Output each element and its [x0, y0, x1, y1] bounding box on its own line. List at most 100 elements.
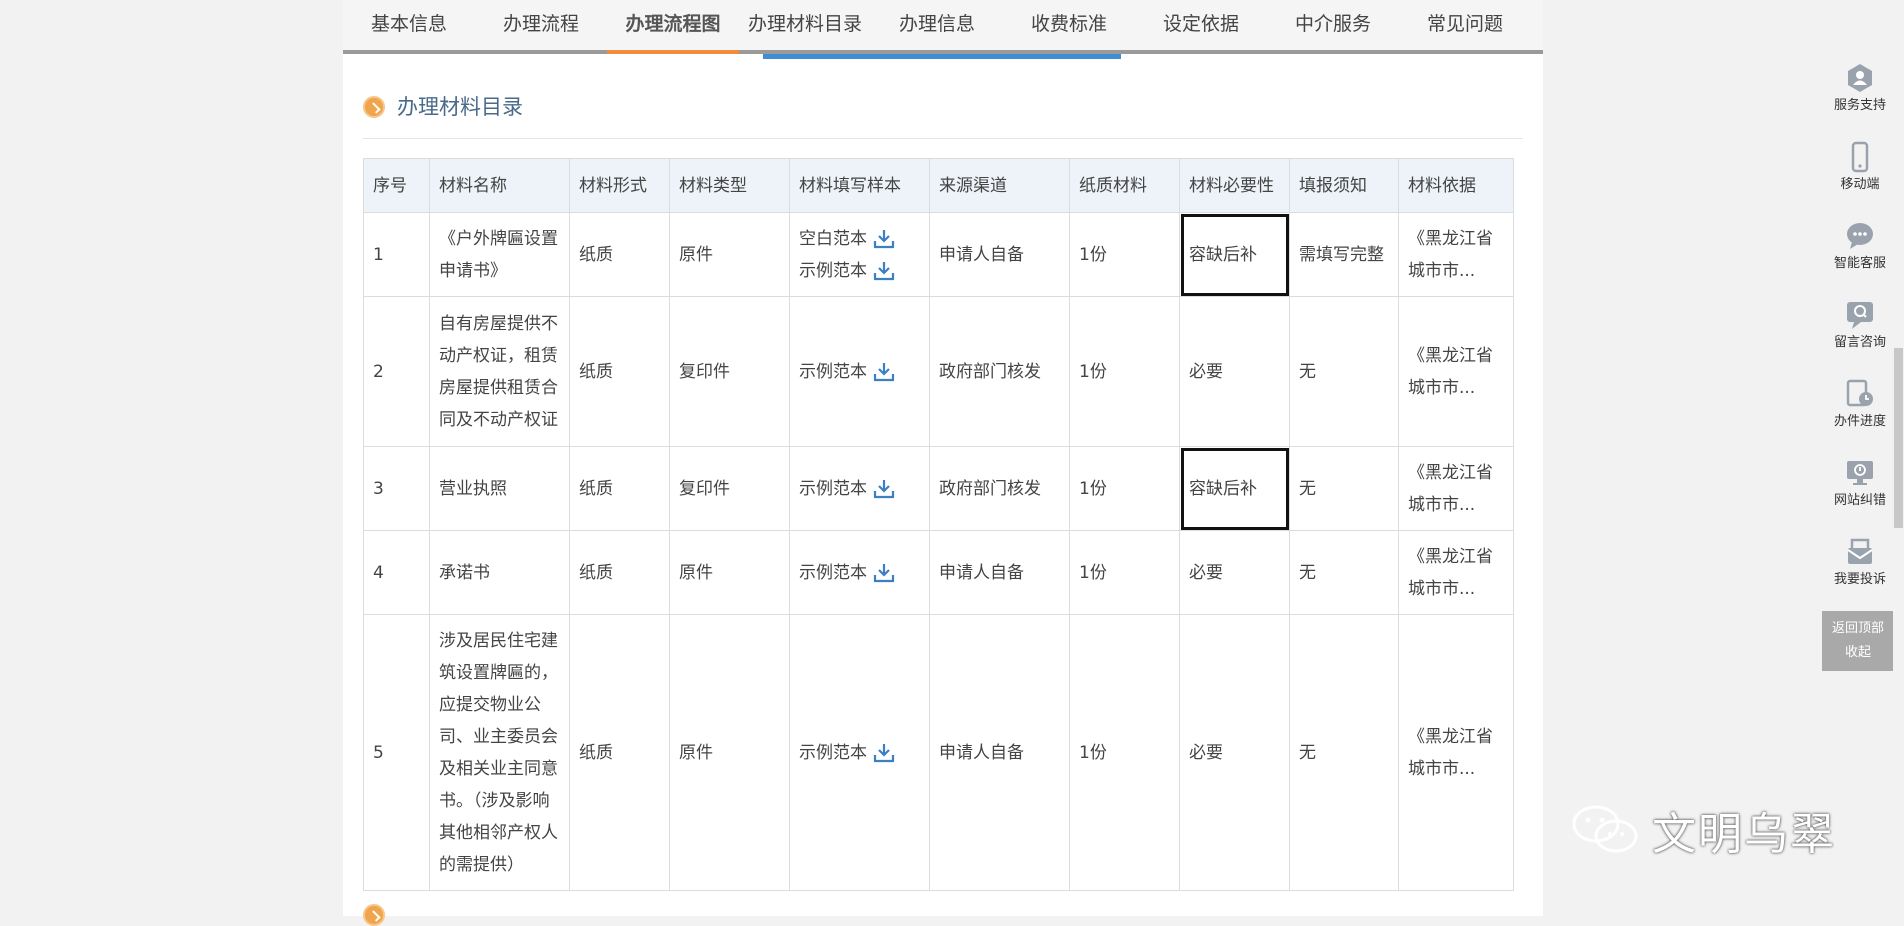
- material-type: 原件: [669, 212, 790, 297]
- paper-count: 1份: [1069, 614, 1180, 891]
- row-number: 5: [363, 614, 430, 891]
- necessity: 容缺后补: [1179, 212, 1290, 297]
- download-icon[interactable]: [873, 743, 895, 763]
- side-label: 移动端: [1840, 177, 1880, 192]
- sample-label: 示例范本: [799, 742, 867, 763]
- back-to-top-button[interactable]: 返回顶部: [1822, 617, 1894, 641]
- side-label: 办件进度: [1833, 414, 1886, 429]
- material-basis[interactable]: 《黑龙江省城市市...: [1398, 296, 1514, 447]
- next-section-header: [363, 900, 563, 926]
- table-row: 2 自有房屋提供不动产权证，租赁房屋提供租赁合同及不动产权证 纸质 复印件 示例…: [363, 296, 1514, 447]
- arrow-circle-icon: [363, 904, 385, 926]
- side-progress[interactable]: 办件进度: [1820, 378, 1900, 453]
- tab-faq[interactable]: 常见问题: [1399, 0, 1531, 50]
- table-row: 3 营业执照 纸质 复印件 示例范本 政府部门核发 1份 容缺后补 无 《黑龙江…: [363, 446, 1514, 531]
- necessity: 容缺后补: [1179, 446, 1290, 531]
- example-sample-link[interactable]: 示例范本: [799, 356, 920, 388]
- download-icon[interactable]: [873, 479, 895, 499]
- tab-legal-basis[interactable]: 设定依据: [1135, 0, 1267, 50]
- filing-notice: 无: [1289, 530, 1399, 615]
- scrollbar-thumb[interactable]: [1894, 348, 1903, 528]
- table-row: 1 《户外牌匾设置申请书》 纸质 原件 空白范本 示例范本 申请人自备 1份 容: [363, 212, 1514, 297]
- row-number: 2: [363, 296, 430, 447]
- tab-agency[interactable]: 中介服务: [1267, 0, 1399, 50]
- necessity: 必要: [1179, 296, 1290, 447]
- message-icon: [1844, 299, 1876, 331]
- side-label: 智能客服: [1833, 256, 1886, 271]
- tab-basic-info[interactable]: 基本信息: [343, 0, 475, 50]
- column-header: 材料必要性: [1179, 158, 1290, 213]
- material-form: 纸质: [569, 614, 670, 891]
- column-header: 材料形式: [569, 158, 670, 213]
- column-header: 材料类型: [669, 158, 790, 213]
- side-complaint[interactable]: 我要投诉: [1820, 536, 1900, 611]
- material-name: 承诺书: [429, 530, 570, 615]
- download-icon[interactable]: [873, 229, 895, 249]
- necessity: 必要: [1179, 614, 1290, 891]
- example-sample-link[interactable]: 示例范本: [799, 255, 920, 287]
- side-site-correction[interactable]: 网站纠错: [1820, 457, 1900, 532]
- material-basis[interactable]: 《黑龙江省城市市...: [1398, 614, 1514, 891]
- collapse-button[interactable]: 收起: [1822, 641, 1894, 665]
- table-row: 5 涉及居民住宅建筑设置牌匾的，应提交物业公司、业主委员会及相关业主同意书。（涉…: [363, 614, 1514, 891]
- tab-handling-info[interactable]: 办理信息: [871, 0, 1003, 50]
- sample-cell: 示例范本: [789, 614, 930, 891]
- tab-process[interactable]: 办理流程: [475, 0, 607, 50]
- material-source: 政府部门核发: [929, 446, 1070, 531]
- wechat-icon: [1570, 804, 1640, 856]
- material-name: 《户外牌匾设置申请书》: [429, 212, 570, 297]
- filing-notice: 无: [1289, 446, 1399, 531]
- column-header: 序号: [363, 158, 430, 213]
- paper-count: 1份: [1069, 446, 1180, 531]
- paper-count: 1份: [1069, 530, 1180, 615]
- column-header: 纸质材料: [1069, 158, 1180, 213]
- material-source: 申请人自备: [929, 530, 1070, 615]
- material-source: 申请人自备: [929, 614, 1070, 891]
- material-name: 自有房屋提供不动产权证，租赁房屋提供租赁合同及不动产权证: [429, 296, 570, 447]
- material-basis[interactable]: 《黑龙江省城市市...: [1398, 446, 1514, 531]
- download-icon[interactable]: [873, 261, 895, 281]
- side-label: 留言咨询: [1833, 335, 1886, 350]
- tab-flowchart[interactable]: 办理流程图: [607, 0, 739, 54]
- example-sample-link[interactable]: 示例范本: [799, 737, 920, 769]
- material-source: 政府部门核发: [929, 296, 1070, 447]
- tab-fees[interactable]: 收费标准: [1003, 0, 1135, 50]
- row-number: 3: [363, 446, 430, 531]
- chat-icon: [1844, 220, 1876, 252]
- paper-count: 1份: [1069, 212, 1180, 297]
- download-icon[interactable]: [873, 362, 895, 382]
- column-header: 材料名称: [429, 158, 570, 213]
- main-panel: 基本信息 办理流程 办理流程图 办理材料目录 办理信息 收费标准 设定依据 中介…: [343, 0, 1543, 926]
- service-support-icon: [1844, 62, 1876, 94]
- mobile-icon: [1844, 141, 1876, 173]
- tab-materials[interactable]: 办理材料目录: [739, 0, 871, 50]
- row-number: 1: [363, 212, 430, 297]
- side-label: 我要投诉: [1833, 572, 1886, 587]
- sample-cell: 示例范本: [789, 530, 930, 615]
- sample-cell: 示例范本: [789, 446, 930, 531]
- material-form: 纸质: [569, 446, 670, 531]
- material-form: 纸质: [569, 530, 670, 615]
- side-mobile[interactable]: 移动端: [1820, 141, 1900, 216]
- side-toolbar: 服务支持 移动端 智能客服 留言咨询 办件进度 网站纠错 我要投诉 返回顶部 收…: [1820, 58, 1900, 671]
- material-basis[interactable]: 《黑龙江省城市市...: [1398, 212, 1514, 297]
- column-header: 材料填写样本: [789, 158, 930, 213]
- filing-notice: 需填写完整: [1289, 212, 1399, 297]
- material-source: 申请人自备: [929, 212, 1070, 297]
- side-service-support[interactable]: 服务支持: [1820, 62, 1900, 137]
- complaint-icon: [1844, 536, 1876, 568]
- materials-table: 序号 材料名称 材料形式 材料类型 材料填写样本 来源渠道 纸质材料 材料必要性…: [363, 158, 1514, 891]
- table-row: 4 承诺书 纸质 原件 示例范本 申请人自备 1份 必要 无 《黑龙江省城市市.…: [363, 530, 1514, 615]
- side-smart-service[interactable]: 智能客服: [1820, 220, 1900, 295]
- example-sample-link[interactable]: 示例范本: [799, 557, 920, 589]
- side-message[interactable]: 留言咨询: [1820, 299, 1900, 374]
- example-sample-link[interactable]: 示例范本: [799, 473, 920, 505]
- sample-label: 空白范本: [799, 228, 867, 249]
- sample-label: 示例范本: [799, 361, 867, 382]
- row-number: 4: [363, 530, 430, 615]
- sample-cell: 空白范本 示例范本: [789, 212, 930, 297]
- watermark-text: 文明乌翠: [1652, 809, 1836, 860]
- blank-sample-link[interactable]: 空白范本: [799, 223, 920, 255]
- material-basis[interactable]: 《黑龙江省城市市...: [1398, 530, 1514, 615]
- download-icon[interactable]: [873, 563, 895, 583]
